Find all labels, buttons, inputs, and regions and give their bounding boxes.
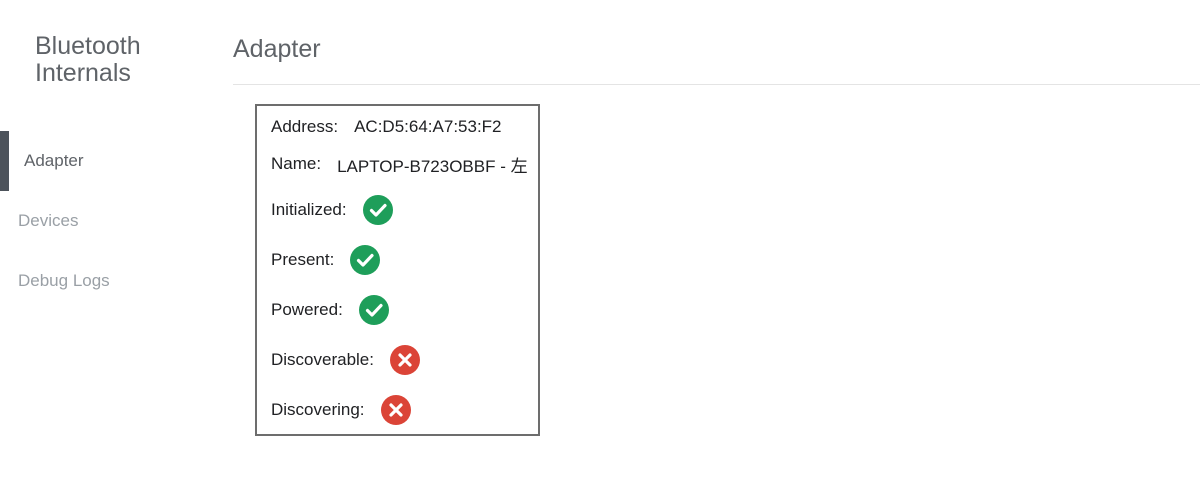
name-row: Name: LAPTOP-B723OBBF - 左 bbox=[271, 147, 528, 181]
check-circle-icon bbox=[362, 195, 393, 225]
powered-label: Powered: bbox=[271, 300, 343, 319]
sidebar-nav: Adapter Devices Debug Logs bbox=[0, 131, 200, 311]
main-content: Adapter Address: AC:D5:64:A7:53:F2 Name:… bbox=[233, 0, 1200, 477]
sidebar-item-debug-logs[interactable]: Debug Logs bbox=[0, 251, 200, 311]
present-label: Present: bbox=[271, 250, 335, 269]
address-label: Address: bbox=[271, 117, 339, 136]
address-row: Address: AC:D5:64:A7:53:F2 bbox=[271, 110, 502, 144]
x-circle-icon bbox=[380, 395, 411, 425]
app-title-line1: Bluetooth bbox=[35, 32, 141, 60]
check-circle-icon bbox=[358, 295, 389, 325]
initialized-row: Initialized: bbox=[271, 193, 393, 227]
sidebar-item-devices[interactable]: Devices bbox=[0, 191, 200, 251]
sidebar-item-adapter[interactable]: Adapter bbox=[0, 131, 200, 191]
check-circle-icon bbox=[350, 245, 381, 275]
name-label: Name: bbox=[271, 154, 322, 173]
initialized-label: Initialized: bbox=[271, 200, 347, 219]
name-value: LAPTOP-B723OBBF - 左 bbox=[337, 156, 528, 176]
powered-row: Powered: bbox=[271, 293, 389, 327]
sidebar-item-label: Devices bbox=[18, 211, 79, 230]
discoverable-row: Discoverable: bbox=[271, 343, 420, 377]
adapter-info-card: Address: AC:D5:64:A7:53:F2 Name: LAPTOP-… bbox=[255, 104, 540, 436]
sidebar-item-label: Adapter bbox=[24, 151, 84, 170]
discoverable-label: Discoverable: bbox=[271, 350, 374, 369]
sidebar: Bluetooth Internals Adapter Devices Debu… bbox=[0, 0, 200, 477]
discovering-row: Discovering: bbox=[271, 393, 411, 427]
discovering-label: Discovering: bbox=[271, 400, 365, 419]
x-circle-icon bbox=[390, 345, 420, 375]
sidebar-item-label: Debug Logs bbox=[18, 271, 110, 290]
page-title: Adapter bbox=[233, 35, 321, 63]
app-title-line2: Internals bbox=[35, 59, 131, 87]
address-value: AC:D5:64:A7:53:F2 bbox=[354, 117, 502, 136]
bluetooth-internals-app: Bluetooth Internals Adapter Devices Debu… bbox=[0, 0, 1200, 477]
present-row: Present: bbox=[271, 243, 381, 277]
header-divider bbox=[233, 84, 1200, 85]
app-title: Bluetooth Internals bbox=[35, 33, 141, 87]
